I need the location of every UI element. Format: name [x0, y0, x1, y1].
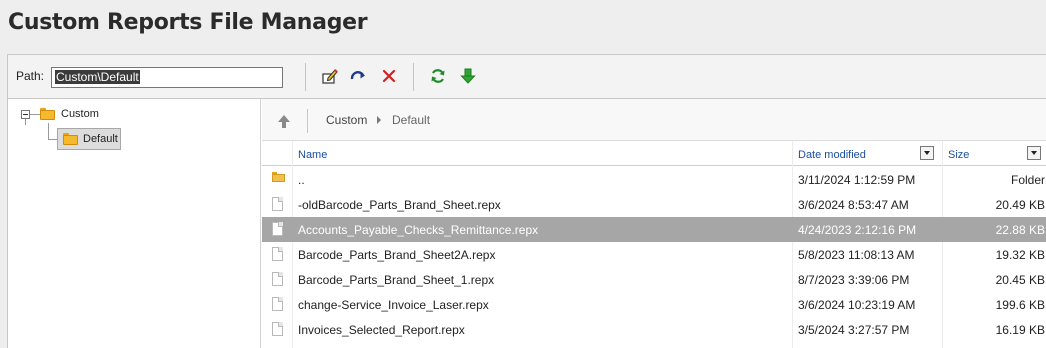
table-row[interactable]: .. 3/11/2024 1:12:59 PM Folder: [262, 167, 1046, 192]
file-size: 20.49 KB: [995, 198, 1045, 212]
tree-connector: [25, 119, 26, 125]
table-row[interactable]: -oldBarcode_Parts_Brand_Sheet.repx 3/6/2…: [262, 192, 1046, 217]
file-icon: [272, 322, 283, 336]
download-icon: [460, 68, 476, 84]
breadcrumb-item-default[interactable]: Default: [392, 113, 430, 127]
breadcrumb: Custom Default: [262, 99, 1046, 141]
column-header-name[interactable]: Name: [293, 141, 327, 166]
delete-icon: [382, 69, 396, 83]
chevron-right-icon: [377, 116, 381, 124]
file-name: change-Service_Invoice_Laser.repx: [298, 298, 489, 312]
breadcrumb-item-custom[interactable]: Custom: [326, 113, 367, 127]
table-row[interactable]: change-Service_Invoice_Laser.repx 3/6/20…: [262, 292, 1046, 317]
table-row[interactable]: Accounts_Payable_Checks_Remittance.repx …: [262, 217, 1046, 242]
folder-icon: [63, 133, 78, 145]
column-header-date[interactable]: Date modified: [793, 141, 866, 166]
folder-icon: [40, 108, 55, 120]
toolbar-separator: [305, 63, 306, 91]
file-icon: [272, 222, 283, 236]
refresh-button[interactable]: [427, 65, 449, 87]
path-value: Custom\Default: [55, 70, 140, 84]
table-row[interactable]: Barcode_Parts_Brand_Sheet2A.repx 5/8/202…: [262, 242, 1046, 267]
toolbar-separator: [413, 63, 414, 91]
page-title: Custom Reports File Manager: [8, 10, 368, 35]
file-list-pane: Custom Default Name Date modified Size .…: [262, 99, 1046, 348]
tree-item-default-content: Default: [63, 133, 118, 145]
grid-header: Name Date modified Size: [262, 141, 1046, 166]
download-button[interactable]: [457, 65, 479, 87]
tree-item-custom[interactable]: Custom: [40, 108, 99, 120]
file-manager-body: Custom Default Custom Default Name Date: [7, 99, 1046, 348]
tree-item-label: Custom: [61, 108, 99, 120]
file-name: Barcode_Parts_Brand_Sheet2A.repx: [298, 248, 496, 262]
folder-tree: Custom Default: [8, 99, 261, 348]
column-header-size[interactable]: Size: [943, 141, 969, 166]
date-filter-dropdown[interactable]: [920, 146, 934, 160]
refresh-icon: [431, 69, 445, 83]
file-size: 20.45 KB: [995, 273, 1045, 287]
file-size: 199.6 KB: [995, 298, 1045, 312]
file-size: 19.32 KB: [995, 248, 1045, 262]
file-name: -oldBarcode_Parts_Brand_Sheet.repx: [298, 198, 501, 212]
tree-item-label: Default: [83, 133, 118, 145]
file-date: 3/5/2024 3:27:57 PM: [798, 323, 910, 337]
path-input[interactable]: Custom\Default: [51, 67, 283, 88]
toolbar: Path: Custom\Default: [7, 54, 1046, 99]
delete-button[interactable]: [378, 65, 400, 87]
file-icon: [272, 247, 283, 261]
file-date: 8/7/2023 3:39:06 PM: [798, 273, 910, 287]
tree-connector: [48, 123, 49, 140]
breadcrumb-separator: [307, 109, 308, 133]
path-label: Path:: [16, 69, 45, 83]
file-icon: [272, 272, 283, 286]
file-name: Barcode_Parts_Brand_Sheet_1.repx: [298, 273, 495, 287]
file-name: ..: [298, 173, 305, 187]
table-row[interactable]: Barcode_Parts_Brand_Sheet_1.repx 8/7/202…: [262, 267, 1046, 292]
file-size: 22.88 KB: [995, 223, 1045, 237]
file-size: Folder: [1010, 173, 1045, 187]
file-icon: [272, 297, 283, 311]
file-name: Invoices_Selected_Report.repx: [298, 323, 465, 337]
arrow-up-icon: [278, 115, 290, 128]
table-row[interactable]: Invoices_Selected_Report.repx 3/5/2024 3…: [262, 317, 1046, 342]
move-icon: [350, 71, 365, 80]
file-name: Accounts_Payable_Checks_Remittance.repx: [298, 223, 539, 237]
file-icon: [272, 197, 283, 211]
file-date: 3/6/2024 10:23:19 AM: [798, 298, 916, 312]
rename-button[interactable]: [319, 65, 341, 87]
file-size: 16.19 KB: [995, 323, 1045, 337]
size-filter-dropdown[interactable]: [1027, 146, 1041, 160]
file-date: 5/8/2023 11:08:13 AM: [798, 248, 915, 262]
file-date: 3/6/2024 8:53:47 AM: [798, 198, 909, 212]
tree-connector: [30, 114, 40, 115]
move-button[interactable]: [347, 65, 369, 87]
collapse-toggle[interactable]: [21, 110, 30, 119]
rename-icon: [322, 69, 338, 84]
file-date: 4/24/2023 2:12:16 PM: [798, 223, 917, 237]
up-folder-button[interactable]: [276, 113, 292, 132]
file-date: 3/11/2024 1:12:59 PM: [798, 173, 916, 187]
